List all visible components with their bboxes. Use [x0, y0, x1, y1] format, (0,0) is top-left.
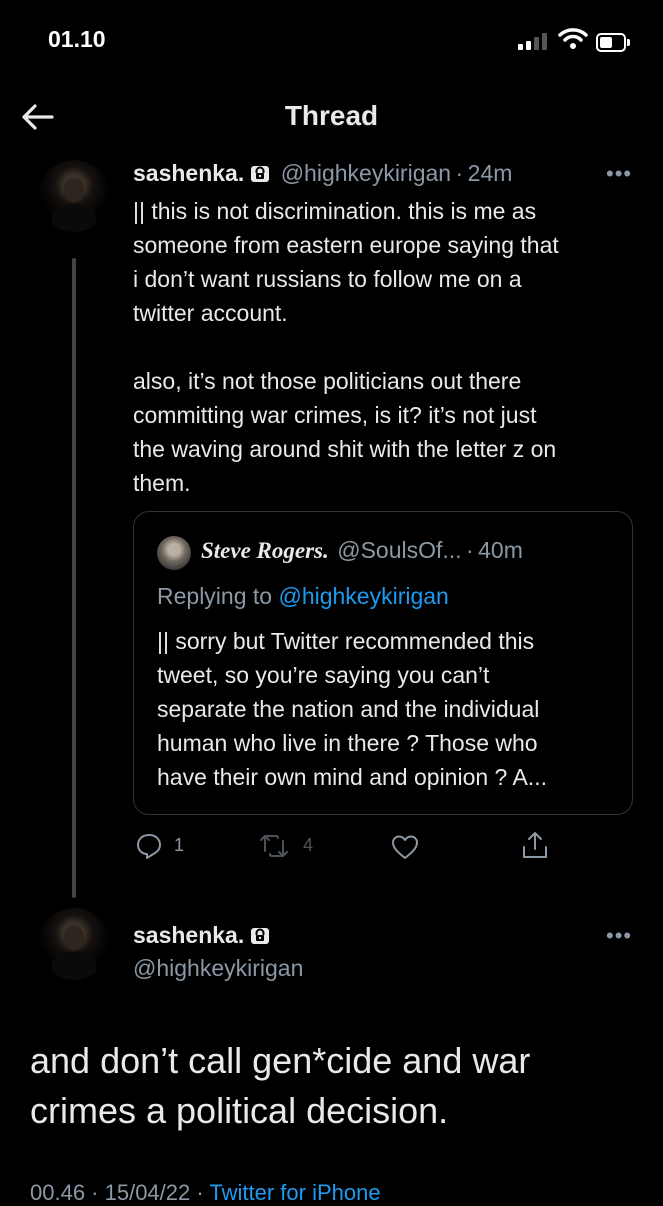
author-handle: @highkeykirigan	[133, 955, 304, 981]
tweet-meta: 00.46 · 15/04/22 · Twitter for iPhone	[30, 1180, 381, 1206]
lock-icon	[251, 166, 270, 182]
wifi-icon	[558, 28, 588, 49]
quoted-tweet-header: Steve Rogers. @SoulsOf... · 40m	[201, 537, 523, 564]
like-heart-icon[interactable]	[390, 833, 420, 861]
quoted-tweet-time: 40m	[478, 537, 523, 563]
avatar[interactable]	[38, 160, 110, 232]
author-name[interactable]: sashenka.	[133, 160, 244, 186]
tweet-time: 24m	[467, 160, 513, 186]
retweet-icon	[260, 835, 288, 857]
share-icon[interactable]	[520, 830, 550, 860]
retweet-count: 4	[303, 834, 314, 855]
separator: ·	[455, 160, 464, 186]
retweet-button[interactable]: 4	[258, 832, 313, 860]
quoted-tweet-text: || sorry but Twitter recommended this tw…	[157, 628, 547, 790]
thread-connector-line	[72, 258, 76, 898]
focused-tweet-text: and don’t call gen*cide and war crimes a…	[30, 1040, 531, 1131]
tweet-header: sashenka. @highkeykirigan · 24m	[133, 160, 512, 187]
tweet-header: sashenka.	[133, 922, 270, 949]
replying-handle-link[interactable]: @highkeykirigan	[278, 583, 448, 609]
quoted-avatar	[157, 536, 191, 570]
tweet-source-link[interactable]: Twitter for iPhone	[209, 1180, 380, 1205]
author-handle: @highkeykirigan	[280, 160, 452, 186]
replying-to: Replying to @highkeykirigan	[157, 583, 449, 610]
quoted-author-handle: @SoulsOf...	[337, 537, 462, 563]
replying-prefix: Replying to	[157, 583, 273, 609]
quoted-author-name: Steve Rogers.	[201, 538, 329, 563]
tweet-timestamp: 00.46 · 15/04/22 ·	[30, 1180, 204, 1205]
reply-icon	[137, 834, 161, 859]
cellular-signal-icon	[518, 32, 552, 50]
separator: ·	[466, 537, 474, 563]
avatar[interactable]	[38, 908, 110, 980]
reply-button[interactable]: 1	[135, 832, 184, 860]
more-options-button[interactable]: •••	[606, 923, 632, 949]
status-time: 01.10	[48, 26, 106, 52]
more-options-button[interactable]: •••	[606, 161, 632, 187]
reply-count: 1	[174, 834, 185, 855]
battery-icon	[596, 33, 630, 52]
tweet-text: || this is not discrimination. this is m…	[133, 198, 559, 496]
page-title: Thread	[284, 100, 379, 131]
author-name[interactable]: sashenka.	[133, 922, 244, 948]
lock-icon	[251, 928, 270, 944]
